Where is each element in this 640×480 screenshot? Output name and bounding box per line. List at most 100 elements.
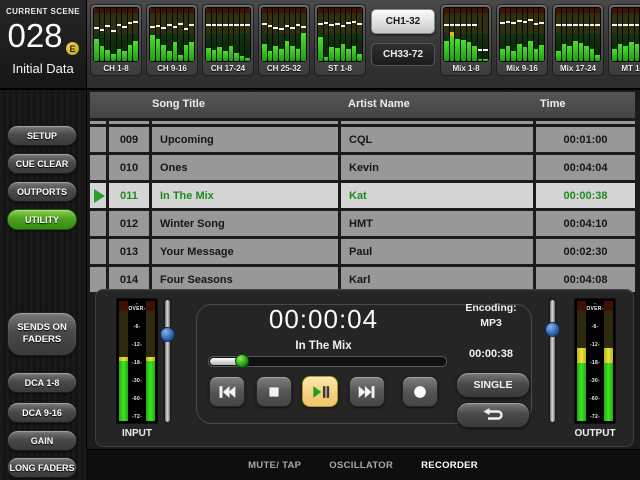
song-number-cell: 012: [109, 211, 149, 236]
artist-name-cell: HMT: [341, 211, 533, 236]
progress-knob[interactable]: [235, 354, 249, 368]
long-faders-button[interactable]: LONG FADERS: [7, 457, 77, 478]
meter-bar: [352, 8, 357, 61]
artist-name-cell: CQL: [341, 127, 533, 152]
meter-bar: [133, 8, 138, 61]
meter-bar: [111, 8, 116, 61]
repeat-mode-button[interactable]: [456, 402, 530, 428]
meter-block-label: CH 1-8: [93, 62, 139, 75]
table-row-song-011[interactable]: 011In The MixKat00:00:38: [90, 183, 635, 208]
table-row-song-012[interactable]: 012Winter SongHMT00:04:10: [90, 211, 635, 236]
meter-block-mix-1-8[interactable]: Mix 1-8: [440, 4, 492, 76]
meter-bar: [629, 8, 634, 61]
dca-1-8-button[interactable]: DCA 1-8: [7, 372, 77, 393]
meter-bar: [584, 8, 589, 61]
now-playing-icon: [94, 189, 105, 203]
next-icon: [357, 382, 377, 402]
meter-bar: [341, 8, 346, 61]
encoding-value: MP3: [451, 317, 531, 329]
outports-button[interactable]: OUTPORTS: [7, 181, 77, 202]
playback-progress-bar[interactable]: [208, 356, 447, 367]
song-time-cell: 00:04:04: [536, 155, 635, 180]
row-status-cell: [90, 127, 106, 152]
meter-block-ch-9-16[interactable]: CH 9-16: [146, 4, 198, 76]
input-fader-knob[interactable]: [160, 327, 175, 342]
meter-block-ch-1-8[interactable]: CH 1-8: [90, 4, 142, 76]
top-meter-bridge: CURRENT SCENE 028 E Initial Data CH 1-8C…: [0, 0, 640, 90]
tab-recorder[interactable]: RECORDER: [421, 460, 478, 471]
meter-blocks-row: CH 1-8 CH 9-16CH 17-24 CH 25-32 ST 1-8 CH1-…: [90, 4, 638, 86]
song-number-cell: 013: [109, 239, 149, 264]
gain-button[interactable]: GAIN: [7, 430, 77, 451]
meter-bar: [556, 8, 561, 61]
previous-track-button[interactable]: [209, 376, 245, 407]
meter-bar: [517, 8, 522, 61]
meter-window: [611, 7, 640, 62]
meter-block-mix-9-16[interactable]: Mix 9-16: [496, 4, 548, 76]
stop-button[interactable]: [256, 376, 292, 407]
cue-clear-button[interactable]: CUE CLEAR: [7, 153, 77, 174]
meter-bar: [472, 8, 477, 61]
meter-bar: [500, 8, 505, 61]
meter-bar: [184, 8, 189, 61]
meter-bar: [590, 8, 595, 61]
meter-block-mt-1-8[interactable]: MT 1-8: [608, 4, 640, 76]
meter-block-label: CH 25-32: [261, 62, 307, 75]
play-pause-button[interactable]: [302, 376, 338, 407]
meter-bar: [461, 8, 466, 61]
next-track-button[interactable]: [349, 376, 385, 407]
meter-bar: [346, 8, 351, 61]
meter-block-label: Mix 1-8: [443, 62, 489, 75]
tab-oscillator[interactable]: OSCILLATOR: [329, 460, 393, 471]
bank-button-ch1-32[interactable]: CH1-32: [371, 9, 435, 34]
scene-name: Initial Data: [0, 61, 86, 76]
meter-block-st-1-8[interactable]: ST 1-8: [314, 4, 366, 76]
meter-scale-tick: -6-: [586, 325, 603, 330]
tab-mute-tap[interactable]: MUTE/ TAP: [248, 460, 301, 471]
output-level-fader[interactable]: [545, 300, 560, 422]
meter-block-ch-25-32[interactable]: CH 25-32: [258, 4, 310, 76]
repeat-icon: [480, 407, 506, 423]
table-row-song-010[interactable]: 010OnesKevin00:04:04: [90, 155, 635, 180]
row-status-cell: [90, 183, 106, 208]
spacer-cell: [152, 121, 338, 124]
meter-scale-tick: -60-: [586, 397, 603, 402]
output-fader-knob[interactable]: [545, 322, 560, 337]
meter-bar: [539, 8, 544, 61]
meter-bar: [206, 8, 211, 61]
current-scene-panel[interactable]: CURRENT SCENE 028 E Initial Data: [0, 0, 87, 88]
record-icon: [410, 382, 430, 402]
spacer-cell: [536, 121, 635, 124]
meter-bar: [285, 8, 290, 61]
meter-block-ch-17-24[interactable]: CH 17-24: [202, 4, 254, 76]
meter-window: [443, 7, 489, 62]
dca-9-16-button[interactable]: DCA 9-16: [7, 402, 77, 423]
meter-bar: [579, 8, 584, 61]
meter-bar: [189, 8, 194, 61]
song-number-cell: 011: [109, 183, 149, 208]
meter-window: [93, 7, 139, 62]
bank-button-ch33-72[interactable]: CH33-72: [371, 43, 435, 66]
meter-bar: [173, 8, 178, 61]
play-pause-icon: [310, 382, 330, 402]
table-row-song-013[interactable]: 013Your MessagePaul00:02:30: [90, 239, 635, 264]
sends-on-faders-button[interactable]: SENDS ON FADERS: [7, 312, 77, 356]
meter-bar: [467, 8, 472, 61]
setup-button[interactable]: SETUP: [7, 125, 77, 146]
input-level-fader[interactable]: [160, 300, 175, 422]
meter-bar: [455, 8, 460, 61]
meter-block-mix-17-24[interactable]: Mix 17-24: [552, 4, 604, 76]
table-row-song-009[interactable]: 009UpcomingCQL00:01:00: [90, 127, 635, 152]
meter-window: [317, 7, 363, 62]
single-mode-button[interactable]: SINGLE: [456, 372, 530, 398]
meter-bar: [357, 8, 362, 61]
row-status-cell: [90, 239, 106, 264]
sidebar: SETUP CUE CLEAR OUTPORTS UTILITY SENDS O…: [0, 90, 87, 480]
utility-button[interactable]: UTILITY: [7, 209, 77, 230]
meter-bar: [273, 8, 278, 61]
record-button[interactable]: [402, 376, 438, 407]
meter-bar: [117, 8, 122, 61]
meter-bar: [567, 8, 572, 61]
meter-bar: [245, 8, 250, 61]
column-header-artist-name: Artist Name: [348, 98, 410, 110]
